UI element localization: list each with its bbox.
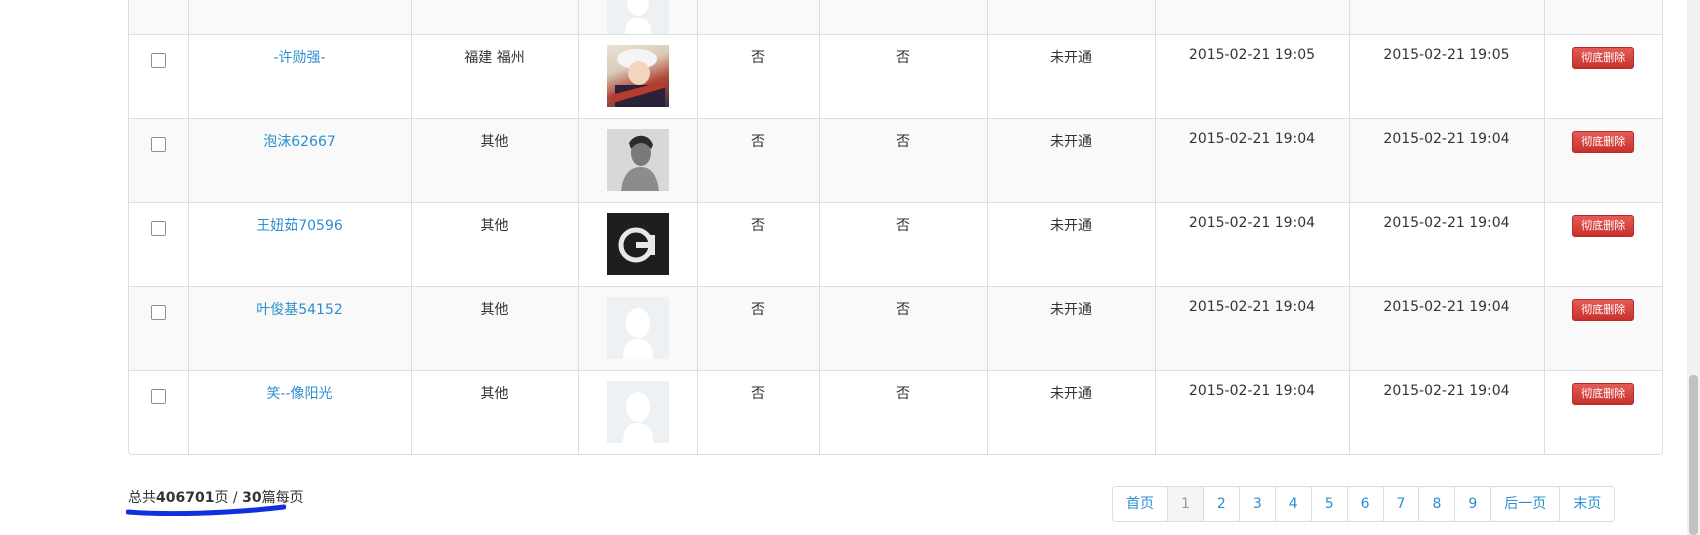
region-cell: 其他 bbox=[410, 118, 579, 203]
page-1[interactable]: 1 bbox=[1167, 487, 1203, 521]
created-time: 2015-02-21 19:05 bbox=[1154, 34, 1350, 119]
updated-time: 2015-02-21 19:04 bbox=[1348, 118, 1545, 203]
default-avatar-icon bbox=[606, 381, 669, 443]
table-row: 王妞茹70596 其他 否 否 未开通 2015-02-21 19:04 201… bbox=[129, 202, 1662, 287]
updated-time: 2015-02-21 19:05 bbox=[1348, 34, 1545, 119]
row-checkbox[interactable] bbox=[150, 305, 166, 320]
user-name-link[interactable]: 叶俊基54152 bbox=[256, 302, 343, 318]
row-checkbox[interactable] bbox=[150, 389, 166, 404]
status-cell: 未开通 bbox=[986, 370, 1156, 454]
table-row: 叶俊基54152 其他 否 否 未开通 2015-02-21 19:04 201… bbox=[129, 286, 1662, 371]
user-avatar bbox=[606, 129, 669, 191]
flag-cell: 否 bbox=[818, 118, 988, 203]
row-checkbox[interactable] bbox=[150, 221, 166, 236]
page-last[interactable]: 末页 bbox=[1559, 487, 1614, 521]
delete-button[interactable]: 彻底删除 bbox=[1572, 299, 1635, 321]
region-cell: 福建 福州 bbox=[410, 34, 579, 119]
updated-time: 2015-02-21 19:04 bbox=[1348, 370, 1545, 454]
region-cell: 其他 bbox=[410, 286, 579, 371]
pagination: 首页 1 2 3 4 5 6 7 8 9 后一页 末页 bbox=[1112, 486, 1616, 522]
delete-button[interactable]: 彻底删除 bbox=[1572, 215, 1635, 237]
page-3[interactable]: 3 bbox=[1238, 487, 1275, 521]
table-row: 泡沫62667 其他 否 否 未开通 2015-02-21 19:04 2015… bbox=[129, 118, 1662, 203]
status-cell: 未开通 bbox=[986, 34, 1156, 119]
table-row bbox=[129, 0, 1662, 35]
updated-time: 2015-02-21 19:04 bbox=[1348, 202, 1545, 287]
status-cell: 未开通 bbox=[986, 202, 1156, 287]
user-name-link[interactable]: 泡沫62667 bbox=[263, 134, 336, 150]
default-avatar-icon bbox=[606, 0, 669, 34]
user-avatar bbox=[606, 213, 669, 275]
page-2[interactable]: 2 bbox=[1202, 487, 1239, 521]
flag-cell: 否 bbox=[696, 370, 820, 454]
created-time: 2015-02-21 19:04 bbox=[1154, 118, 1350, 203]
flag-cell: 否 bbox=[818, 34, 988, 119]
scrollbar-thumb[interactable] bbox=[1689, 375, 1698, 535]
status-cell: 未开通 bbox=[986, 286, 1156, 371]
created-time: 2015-02-21 19:04 bbox=[1154, 202, 1350, 287]
user-name-link[interactable]: -许勋强- bbox=[273, 50, 325, 66]
page-4[interactable]: 4 bbox=[1274, 487, 1311, 521]
created-time: 2015-02-21 19:04 bbox=[1154, 370, 1350, 454]
flag-cell: 否 bbox=[818, 370, 988, 454]
page-6[interactable]: 6 bbox=[1346, 487, 1383, 521]
row-checkbox[interactable] bbox=[150, 53, 166, 68]
flag-cell: 否 bbox=[696, 202, 820, 287]
flag-cell: 否 bbox=[696, 34, 820, 119]
page-9[interactable]: 9 bbox=[1454, 487, 1490, 521]
status-cell: 未开通 bbox=[986, 118, 1156, 203]
delete-button[interactable]: 彻底删除 bbox=[1572, 47, 1635, 69]
region-cell: 其他 bbox=[410, 370, 579, 454]
annotation-underline bbox=[126, 504, 286, 516]
flag-cell: 否 bbox=[818, 202, 988, 287]
user-name-link[interactable]: 王妞茹70596 bbox=[256, 218, 343, 234]
page-7[interactable]: 7 bbox=[1382, 487, 1419, 521]
table-row: 笑--像阳光 其他 否 否 未开通 2015-02-21 19:04 2015-… bbox=[129, 370, 1662, 454]
flag-cell: 否 bbox=[818, 286, 988, 371]
flag-cell: 否 bbox=[696, 286, 820, 371]
delete-button[interactable]: 彻底删除 bbox=[1572, 383, 1635, 405]
page-8[interactable]: 8 bbox=[1418, 487, 1454, 521]
user-table: -许勋强- 福建 福州 否 否 未开通 2015-02-21 19:05 201… bbox=[128, 0, 1663, 455]
row-checkbox[interactable] bbox=[150, 137, 166, 152]
table-row: -许勋强- 福建 福州 否 否 未开通 2015-02-21 19:05 201… bbox=[129, 34, 1662, 119]
updated-time: 2015-02-21 19:04 bbox=[1348, 286, 1545, 371]
page-first[interactable]: 首页 bbox=[1113, 487, 1167, 521]
page-next[interactable]: 后一页 bbox=[1490, 487, 1559, 521]
page-5[interactable]: 5 bbox=[1310, 487, 1347, 521]
flag-cell: 否 bbox=[696, 118, 820, 203]
user-avatar bbox=[606, 45, 669, 107]
region-cell: 其他 bbox=[410, 202, 579, 287]
user-name-link[interactable]: 笑--像阳光 bbox=[266, 386, 332, 402]
default-avatar-icon bbox=[606, 297, 669, 359]
created-time: 2015-02-21 19:04 bbox=[1154, 286, 1350, 371]
delete-button[interactable]: 彻底删除 bbox=[1572, 131, 1635, 153]
